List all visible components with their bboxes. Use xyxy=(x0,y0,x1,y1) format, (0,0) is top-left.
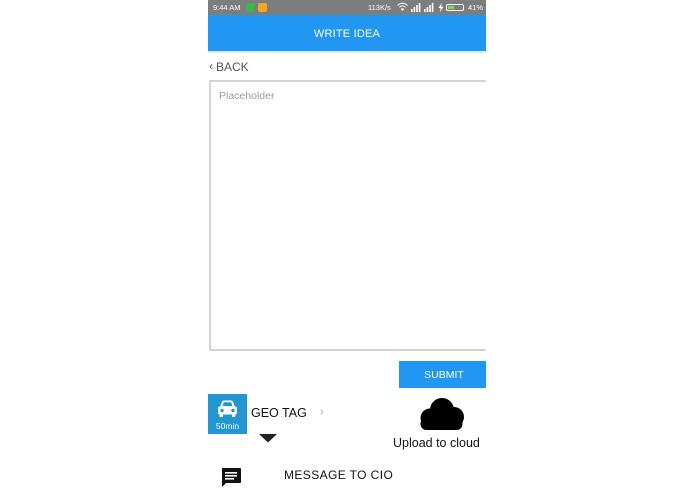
battery-percent: 41% xyxy=(468,3,484,12)
geo-tag-tile[interactable]: 50min xyxy=(208,394,247,434)
signal-icon xyxy=(424,3,434,12)
wifi-icon xyxy=(397,2,408,11)
signal-icon xyxy=(411,3,421,12)
back-button[interactable]: ‹ BACK xyxy=(209,59,249,74)
network-speed: 113K/s xyxy=(368,3,391,12)
car-icon xyxy=(218,400,237,417)
header-divider xyxy=(208,51,486,53)
app-screen: 9:44 AM 113K/s 41% WRITE IDEA ‹ BACK Pla… xyxy=(208,0,486,494)
geo-tag-label[interactable]: GEO TAG xyxy=(251,406,307,420)
app-green-icon xyxy=(246,3,255,12)
travel-duration: 50min xyxy=(215,421,240,431)
upload-to-cloud-label[interactable]: Upload to cloud xyxy=(393,436,480,450)
app-header: WRITE IDEA xyxy=(208,15,486,51)
message-to-cio-label[interactable]: MESSAGE TO CIO xyxy=(284,468,393,482)
textarea-placeholder: Placeholder xyxy=(219,90,275,102)
app-orange-icon xyxy=(258,3,267,12)
chevron-right-icon[interactable]: › xyxy=(320,406,324,418)
submit-label: SUBMIT xyxy=(424,369,464,381)
chevron-left-icon: ‹ xyxy=(209,59,213,73)
idea-textarea[interactable]: Placeholder xyxy=(209,80,486,351)
submit-button[interactable]: SUBMIT xyxy=(399,361,486,388)
dropdown-arrow-icon[interactable] xyxy=(259,434,277,443)
message-icon[interactable] xyxy=(219,466,243,490)
back-label: BACK xyxy=(216,60,249,74)
cloud-upload-icon[interactable] xyxy=(416,396,468,432)
status-bar: 9:44 AM 113K/s 41% xyxy=(208,0,486,15)
page-title: WRITE IDEA xyxy=(313,28,381,40)
charging-icon xyxy=(438,3,444,12)
status-time: 9:44 AM xyxy=(213,3,241,12)
battery-icon xyxy=(446,3,464,11)
